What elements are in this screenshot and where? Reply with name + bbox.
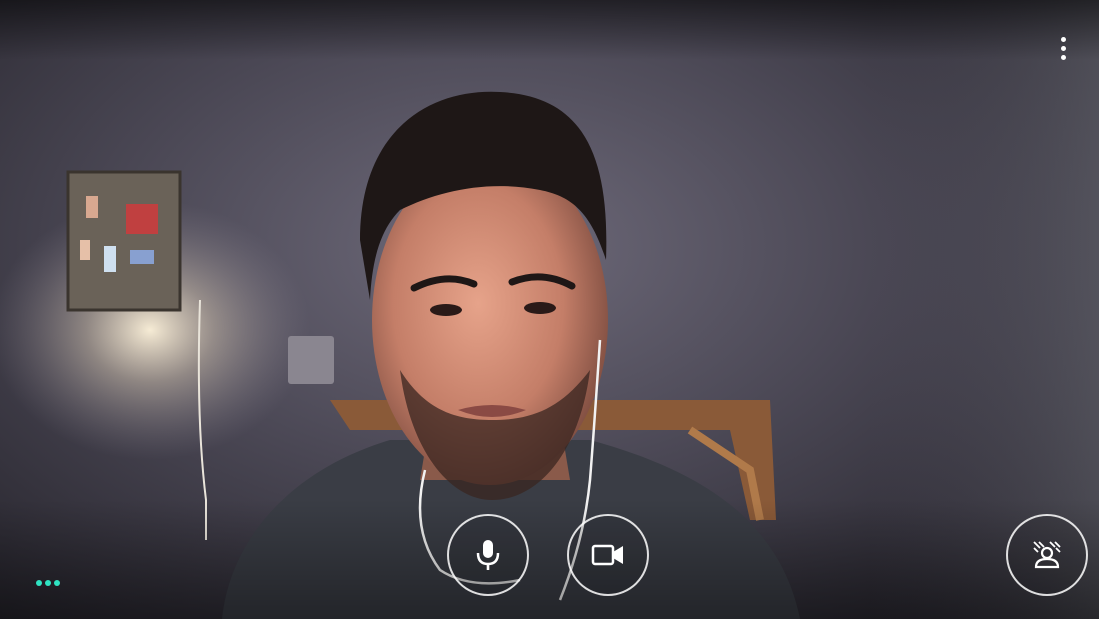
bottom-gradient-overlay: [0, 499, 1099, 619]
mic-icon: [476, 540, 500, 570]
person-lighting-icon: [1033, 541, 1061, 569]
low-light-effects-button[interactable]: [1006, 514, 1088, 596]
camera-toggle-button[interactable]: [567, 514, 649, 596]
more-vert-icon: [1060, 36, 1066, 42]
top-gradient-overlay: [0, 0, 1099, 60]
status-dot: [54, 580, 60, 586]
more-vert-icon-dot: [1060, 45, 1066, 51]
status-dot: [45, 580, 51, 586]
connection-status-indicator: [36, 580, 60, 586]
microphone-toggle-button[interactable]: [447, 514, 529, 596]
more-options-button[interactable]: [1046, 28, 1080, 68]
videocam-icon: [591, 544, 623, 566]
three-dots-icon: [36, 580, 42, 586]
more-vert-icon-dot: [1060, 54, 1066, 60]
